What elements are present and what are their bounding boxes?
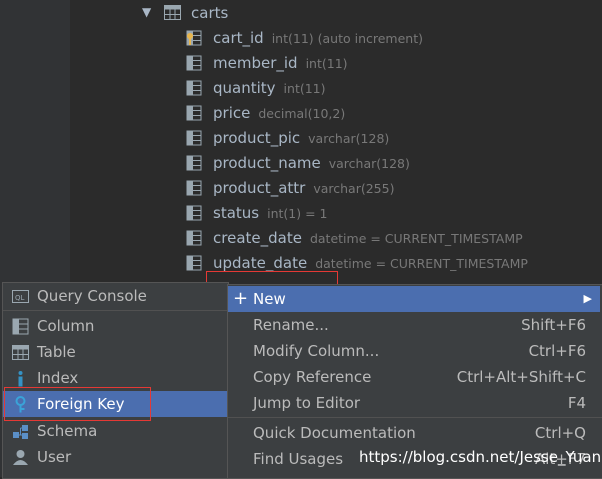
- query-console-icon: QL: [12, 290, 29, 303]
- tree-column-row[interactable]: quantity int(11): [186, 75, 326, 100]
- column-icon: [186, 80, 202, 96]
- column-name: price: [213, 104, 251, 122]
- context-menu-item-label: Find Usages: [253, 450, 344, 468]
- submenu-arrow-icon: ▶: [583, 292, 592, 305]
- tree-column-row[interactable]: product_attr varchar(255): [186, 175, 394, 200]
- tree-column-row[interactable]: product_pic varchar(128): [186, 125, 389, 150]
- context-menu-item-rename[interactable]: Rename... Shift+F6: [228, 312, 600, 338]
- column-name: product_name: [213, 154, 321, 172]
- submenu-item-query-console[interactable]: QL Query Console: [3, 283, 228, 309]
- submenu-item-label: Query Console: [37, 287, 147, 305]
- highlight-box-foreign-key: [4, 387, 151, 421]
- tree-column-row[interactable]: status int(1) = 1: [186, 200, 327, 225]
- menu-separator: [3, 310, 228, 311]
- column-name: member_id: [213, 54, 298, 72]
- column-type: int(1) = 1: [267, 206, 328, 221]
- submenu-item-user[interactable]: User: [3, 444, 228, 470]
- column-type: varchar(128): [308, 131, 390, 146]
- shortcut-label: Ctrl+Alt+Shift+C: [456, 368, 586, 386]
- submenu-item-label: Schema: [37, 422, 98, 440]
- column-icon: [186, 180, 202, 196]
- column-name: product_pic: [213, 129, 301, 147]
- shortcut-label: F4: [567, 394, 586, 412]
- watermark: https://blog.csdn.net/Jesse_Yuan: [359, 448, 602, 466]
- context-menu-item-label: Rename...: [253, 316, 329, 334]
- column-icon: [186, 55, 202, 71]
- context-menu-item-label: Copy Reference: [253, 368, 372, 386]
- shortcut-label: Shift+F6: [521, 316, 586, 334]
- new-submenu: QL Query Console Column Table Index Foreign K…: [2, 282, 229, 479]
- column-name: update_date: [213, 254, 308, 272]
- primary-key-column-icon: [186, 30, 202, 46]
- expand-arrow-icon[interactable]: ▼: [142, 0, 151, 25]
- column-icon: [186, 130, 202, 146]
- column-icon: [186, 105, 202, 121]
- menu-separator: [228, 417, 602, 418]
- column-type: varchar(255): [313, 181, 395, 196]
- context-menu-item-label: New: [253, 290, 286, 308]
- submenu-item-label: Column: [37, 317, 95, 335]
- column-type: varchar(128): [328, 156, 410, 171]
- column-icon: [186, 205, 202, 221]
- column-type: int(11): [283, 81, 326, 96]
- tree-column-row[interactable]: price decimal(10,2): [186, 100, 345, 125]
- plus-icon: +: [233, 288, 249, 309]
- tree-column-row[interactable]: member_id int(11): [186, 50, 348, 75]
- context-menu-item-jump-to-editor[interactable]: Jump to Editor F4: [228, 390, 600, 416]
- context-menu-item-quick-documentation[interactable]: Quick Documentation Ctrl+Q: [228, 420, 600, 446]
- submenu-item-schema[interactable]: Schema: [3, 418, 228, 444]
- context-menu-item-label: Modify Column...: [253, 342, 380, 360]
- context-menu-item-modify-column[interactable]: Modify Column... Ctrl+F6: [228, 338, 600, 364]
- submenu-item-column[interactable]: Column: [3, 313, 228, 339]
- column-type: decimal(10,2): [258, 106, 346, 121]
- shortcut-label: Ctrl+F6: [528, 342, 586, 360]
- context-menu-item-label: Quick Documentation: [253, 424, 416, 442]
- column-name: create_date: [213, 229, 302, 247]
- submenu-item-label: Table: [37, 343, 76, 361]
- column-icon: [186, 230, 202, 246]
- column-type: datetime = CURRENT_TIMESTAMP: [309, 231, 523, 246]
- submenu-item-label: User: [37, 448, 72, 466]
- column-type: int(11): [305, 56, 348, 71]
- column-type: datetime = CURRENT_TIMESTAMP: [315, 256, 528, 271]
- column-icon: [12, 318, 29, 335]
- table-name: carts: [191, 4, 229, 22]
- table-icon: [12, 345, 29, 360]
- column-name: status: [213, 204, 260, 222]
- user-icon: [13, 450, 28, 465]
- column-icon: [186, 155, 202, 171]
- context-menu-item-copy-reference[interactable]: Copy Reference Ctrl+Alt+Shift+C: [228, 364, 600, 390]
- context-menu-item-label: Jump to Editor: [253, 394, 361, 412]
- tree-column-row[interactable]: create_date datetime = CURRENT_TIMESTAMP: [186, 225, 523, 250]
- submenu-item-table[interactable]: Table: [3, 339, 228, 365]
- tree-column-row[interactable]: product_name varchar(128): [186, 150, 410, 175]
- context-menu-item-new[interactable]: + New ▶: [228, 286, 600, 312]
- index-icon: [18, 371, 23, 387]
- column-name: quantity: [213, 79, 276, 97]
- shortcut-label: Ctrl+Q: [534, 424, 586, 442]
- schema-icon: [13, 425, 28, 439]
- column-name: product_attr: [213, 179, 306, 197]
- column-name: cart_id: [213, 29, 264, 47]
- table-icon: [164, 5, 181, 20]
- column-type: int(11) (auto increment): [271, 31, 423, 46]
- tree-table-node[interactable]: ▼ carts: [142, 0, 228, 25]
- svg-text:QL: QL: [15, 294, 25, 302]
- column-icon: [186, 255, 202, 271]
- tree-column-row[interactable]: cart_id int(11) (auto increment): [186, 25, 423, 50]
